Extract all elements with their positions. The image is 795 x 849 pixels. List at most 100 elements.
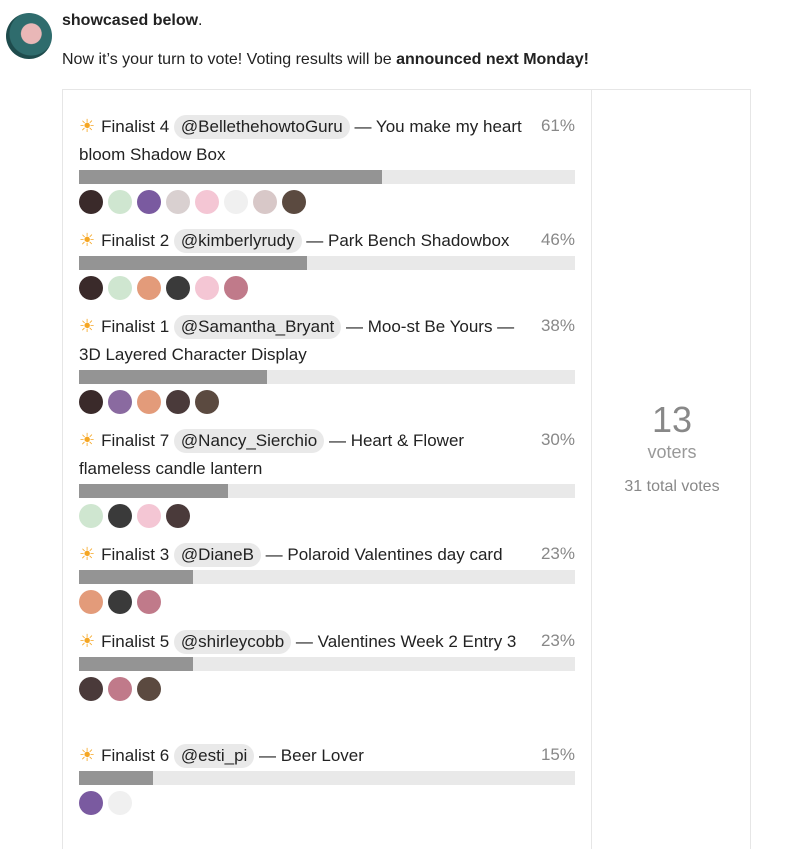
total-votes: 31 total votes — [624, 478, 720, 495]
user-mention[interactable]: @DianeB — [173, 543, 261, 567]
poll-option[interactable]: ☀ Finalist 6 @esti_pi — Beer Lover 15% — [79, 741, 575, 815]
voter-avatar[interactable] — [166, 390, 190, 414]
option-label: Finalist 1 — [101, 317, 170, 336]
voter-avatars — [79, 504, 575, 528]
option-header: ☀ Finalist 1 @Samantha_Bryant — Moo-st Be… — [79, 312, 575, 369]
voter-avatars — [79, 677, 575, 701]
option-label: Finalist 3 — [101, 545, 170, 564]
intro-line-1: showcased below. — [62, 12, 203, 30]
sun-icon: ☀ — [79, 316, 96, 336]
voter-avatars — [79, 190, 575, 214]
intro-line2-text: Now it’s your turn to vote! Voting resul… — [62, 51, 397, 68]
voter-avatar[interactable] — [137, 276, 161, 300]
user-mention[interactable]: @esti_pi — [173, 744, 255, 768]
option-label: Finalist 5 — [101, 632, 170, 651]
result-bar-fill — [79, 771, 154, 785]
voter-avatar[interactable] — [137, 590, 161, 614]
result-bar-fill — [79, 370, 268, 384]
voter-avatar[interactable] — [166, 276, 190, 300]
user-mention[interactable]: @kimberlyrudy — [173, 229, 302, 253]
result-bar — [79, 256, 575, 270]
user-mention[interactable]: @Samantha_Bryant — [173, 315, 342, 339]
poll-container: ☀ Finalist 4 @BellethehowtoGuru — You mak… — [62, 89, 751, 849]
option-header: ☀ Finalist 5 @shirleycobb — Valentines We… — [79, 627, 575, 656]
user-mention[interactable]: @Nancy_Sierchio — [173, 429, 325, 453]
voter-avatar[interactable] — [79, 190, 103, 214]
poll-option[interactable]: ☀ Finalist 5 @shirleycobb — Valentines We… — [79, 627, 575, 701]
voter-avatar[interactable] — [79, 276, 103, 300]
result-bar-fill — [79, 256, 308, 270]
voter-avatar[interactable] — [79, 590, 103, 614]
poll-info: 13 voters 31 total votes — [592, 400, 752, 496]
result-bar — [79, 170, 575, 184]
voter-avatar[interactable] — [166, 190, 190, 214]
poll-option[interactable]: ☀ Finalist 3 @DianeB — Polaroid Valentine… — [79, 540, 575, 614]
voter-avatars — [79, 276, 575, 300]
voter-avatar[interactable] — [79, 677, 103, 701]
poll-option[interactable]: ☀ Finalist 7 @Nancy_Sierchio — Heart & Fl… — [79, 426, 575, 528]
voter-avatar[interactable] — [108, 791, 132, 815]
voter-avatar[interactable] — [79, 390, 103, 414]
result-bar-fill — [79, 570, 194, 584]
intro-line2-bold: announced next Monday! — [396, 51, 589, 68]
avatar[interactable] — [6, 13, 52, 59]
result-bar-fill — [79, 657, 194, 671]
voter-avatar[interactable] — [108, 504, 132, 528]
voter-count: 13 — [651, 399, 693, 440]
option-title: — Valentines Week 2 Entry 3 — [295, 632, 517, 651]
user-mention[interactable]: @BellethehowtoGuru — [173, 115, 350, 139]
voter-avatar[interactable] — [282, 190, 306, 214]
option-header: ☀ Finalist 4 @BellethehowtoGuru — You mak… — [79, 112, 575, 169]
sun-icon: ☀ — [79, 544, 96, 564]
voter-avatars — [79, 390, 575, 414]
option-percent: 38% — [540, 316, 575, 335]
voter-avatar[interactable] — [79, 791, 103, 815]
sun-icon: ☀ — [79, 631, 96, 651]
result-bar — [79, 570, 575, 584]
voter-avatar[interactable] — [108, 590, 132, 614]
poll-option[interactable]: ☀ Finalist 4 @BellethehowtoGuru — You mak… — [79, 112, 575, 214]
voter-avatar[interactable] — [166, 504, 190, 528]
intro-punct: . — [198, 12, 203, 29]
option-label: Finalist 6 — [101, 746, 170, 765]
voter-avatar[interactable] — [108, 190, 132, 214]
option-percent: 61% — [540, 116, 575, 135]
result-bar-fill — [79, 484, 228, 498]
voter-avatars — [79, 590, 575, 614]
sun-icon: ☀ — [79, 116, 96, 136]
voter-avatar[interactable] — [108, 276, 132, 300]
voter-avatar[interactable] — [79, 504, 103, 528]
voter-avatar[interactable] — [137, 677, 161, 701]
option-label: Finalist 7 — [101, 431, 170, 450]
option-title: — Park Bench Shadowbox — [306, 231, 510, 250]
voter-avatar[interactable] — [137, 390, 161, 414]
poll-option[interactable]: ☀ Finalist 1 @Samantha_Bryant — Moo-st Be… — [79, 312, 575, 414]
result-bar-fill — [79, 170, 382, 184]
option-header: ☀ Finalist 3 @DianeB — Polaroid Valentine… — [79, 540, 575, 569]
voter-avatar[interactable] — [137, 190, 161, 214]
result-bar — [79, 484, 575, 498]
voter-avatar[interactable] — [195, 390, 219, 414]
voter-avatar[interactable] — [195, 190, 219, 214]
voter-avatar[interactable] — [137, 504, 161, 528]
option-percent: 30% — [540, 430, 575, 449]
voter-avatar[interactable] — [108, 677, 132, 701]
voter-avatar[interactable] — [253, 190, 277, 214]
user-mention[interactable]: @shirleycobb — [173, 630, 292, 654]
option-percent: 23% — [540, 631, 575, 650]
result-bar — [79, 370, 575, 384]
voter-label: voters — [647, 442, 697, 462]
option-title: — Beer Lover — [259, 746, 364, 765]
voter-avatar[interactable] — [224, 276, 248, 300]
voter-avatar[interactable] — [108, 390, 132, 414]
sun-icon: ☀ — [79, 745, 96, 765]
poll-option[interactable]: ☀ Finalist 2 @kimberlyrudy — Park Bench S… — [79, 226, 575, 300]
voter-avatars — [79, 791, 575, 815]
option-label: Finalist 2 — [101, 231, 170, 250]
option-header: ☀ Finalist 7 @Nancy_Sierchio — Heart & Fl… — [79, 426, 575, 483]
voter-avatar[interactable] — [195, 276, 219, 300]
voter-avatar[interactable] — [224, 190, 248, 214]
option-header: ☀ Finalist 6 @esti_pi — Beer Lover 15% — [79, 741, 575, 770]
option-percent: 15% — [540, 745, 575, 764]
intro-bold: showcased below — [62, 12, 199, 29]
